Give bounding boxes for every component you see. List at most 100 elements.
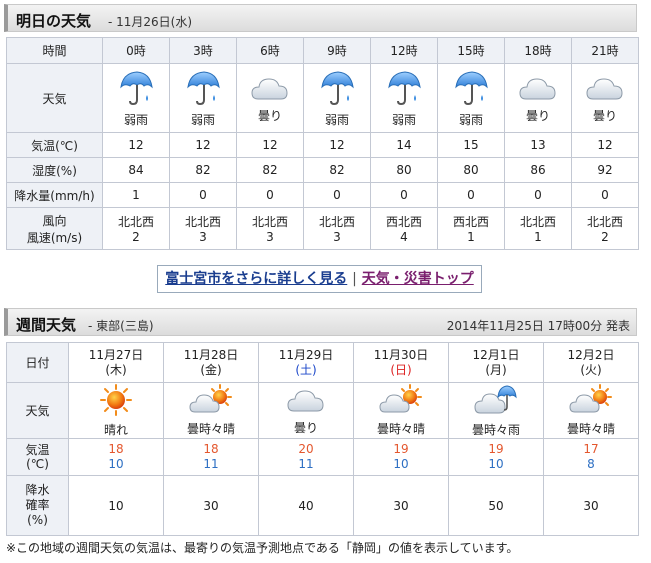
day-of-week: (金): [200, 362, 222, 377]
low-temp: 10: [488, 457, 504, 471]
row-label-weekly-temp: 気温 (℃): [6, 438, 69, 476]
wind-cell: 北北西 3: [169, 207, 237, 250]
day-date: 11月27日: [88, 347, 144, 362]
day-of-week: (木): [105, 362, 127, 377]
humidity-value: 82: [236, 157, 304, 183]
time-row: 時間 0時 3時 6時 9時 12時 15時 18時 21時: [6, 37, 639, 64]
row-label-rain-prob: 降水 確率 (%): [6, 475, 69, 536]
wind-direction: 北北西: [117, 215, 154, 229]
day-date-cell: 11月28日 (金): [163, 342, 259, 383]
humidity-value: 86: [504, 157, 572, 183]
condition-text: 曇時々雨: [471, 423, 520, 437]
wind-cell: 北北西 3: [236, 207, 304, 250]
cloud-icon: [259, 385, 353, 418]
umbrella-rain-icon: [170, 69, 236, 110]
umbrella-rain-icon: [371, 69, 437, 110]
day-weather-cell: 曇時々晴: [543, 382, 639, 439]
condition-text: 曇り: [592, 108, 617, 123]
rain-prob-value: 30: [353, 475, 449, 536]
day-weather-cell: 曇時々雨: [448, 382, 544, 439]
hour-label: 18時: [504, 37, 572, 64]
wind-direction: 北北西: [318, 215, 355, 229]
rain-prob-value: 40: [258, 475, 354, 536]
wind-direction: 北北西: [184, 215, 221, 229]
temp-value: 12: [102, 132, 170, 158]
high-temp: 19: [393, 442, 409, 456]
wind-speed: 3: [333, 230, 341, 244]
wind-direction: 西北西: [385, 215, 422, 229]
rain-prob-value: 50: [448, 475, 544, 536]
day-date-cell: 11月27日 (木): [68, 342, 164, 383]
umbrella-rain-icon: [438, 69, 504, 110]
weekly-header: 週間天気 - 東部(三島) 2014年11月25日 17時00分 発表: [4, 308, 637, 336]
day-date: 12月2日: [567, 347, 615, 362]
detail-link[interactable]: 富士宮市をさらに詳しく見る: [165, 271, 347, 287]
row-label-humidity: 湿度(%): [6, 157, 103, 183]
hourly-forecast-table: 時間 0時 3時 6時 9時 12時 15時 18時 21時 天気 弱雨 弱雨 曇り 弱雨 弱雨 弱雨 曇…: [6, 37, 639, 250]
day-date: 12月1日: [472, 347, 520, 362]
hour-weather-cell: 弱雨: [370, 63, 438, 133]
link-separator: |: [352, 271, 357, 287]
precip-value: 0: [236, 182, 304, 208]
condition-text: 曇り: [525, 108, 550, 123]
wind-speed: 2: [601, 230, 609, 244]
day-date: 11月30日: [373, 347, 429, 362]
wind-speed: 3: [199, 230, 207, 244]
wind-row: 風向 風速(m/s) 北北西 2 北北西 3 北北西 3 北北西 3 西北西 4 西北西 1 北北西 1 北…: [6, 207, 639, 250]
weekly-issued: 2014年11月25日 17時00分 発表: [446, 319, 630, 333]
condition-text: 曇り: [257, 108, 282, 123]
cloud-rain-icon: [449, 383, 543, 420]
rain-prob-value: 10: [68, 475, 164, 536]
precip-value: 0: [571, 182, 639, 208]
condition-text: 曇時々晴: [376, 422, 425, 436]
cloud-icon: [237, 73, 303, 106]
hour-label: 12時: [370, 37, 438, 64]
row-label-date: 日付: [6, 342, 69, 383]
row-label-rain-prob-text: 降水 確率 (%): [25, 483, 50, 527]
row-label-temp: 気温(℃): [6, 132, 103, 158]
rain-prob-value: 30: [163, 475, 259, 536]
high-temp: 20: [298, 442, 314, 456]
temp-value: 13: [504, 132, 572, 158]
hour-weather-cell: 弱雨: [102, 63, 170, 133]
condition-text: 曇り: [293, 421, 318, 435]
wind-speed: 1: [534, 230, 542, 244]
weather-top-link[interactable]: 天気・災害トップ: [362, 271, 474, 287]
day-date: 11月28日: [183, 347, 239, 362]
row-label-wind-speed: 風速(m/s): [26, 230, 83, 245]
day-weather-cell: 曇時々晴: [163, 382, 259, 439]
tomorrow-header: 明日の天気 - 11月26日(水): [4, 4, 637, 32]
wind-cell: 北北西 2: [102, 207, 170, 250]
sun-icon: [69, 383, 163, 420]
high-temp: 17: [583, 442, 599, 456]
wind-cell: 北北西 2: [571, 207, 639, 250]
temp-value: 14: [370, 132, 438, 158]
day-temp-cell: 20 11: [258, 438, 354, 476]
condition-text: 晴れ: [103, 423, 128, 437]
wind-speed: 3: [266, 230, 274, 244]
temp-value: 12: [169, 132, 237, 158]
condition-text: 曇時々晴: [566, 422, 615, 436]
wind-cell: 北北西 3: [303, 207, 371, 250]
weekly-temp-row: 気温 (℃) 18 10 18 11 20 11 19 10 19 10 17 8: [6, 438, 639, 476]
wind-direction: 北北西: [519, 215, 556, 229]
wind-cell: 北北西 1: [504, 207, 572, 250]
condition-text: 弱雨: [190, 112, 215, 127]
day-of-week: (火): [580, 362, 602, 377]
hour-weather-cell: 曇り: [236, 63, 304, 133]
humidity-value: 80: [437, 157, 505, 183]
day-date-cell: 12月1日 (月): [448, 342, 544, 383]
day-weather-cell: 曇り: [258, 382, 354, 439]
humidity-value: 84: [102, 157, 170, 183]
condition-text: 弱雨: [391, 112, 416, 127]
tomorrow-title: 明日の天気: [16, 12, 92, 30]
cloud-sun-icon: [354, 384, 448, 419]
precip-value: 0: [169, 182, 237, 208]
low-temp: 11: [203, 457, 219, 471]
weekly-forecast-table: 日付 11月27日 (木) 11月28日 (金) 11月29日 (土) 11月30日 (日) 1…: [6, 342, 639, 536]
hour-weather-cell: 曇り: [571, 63, 639, 133]
row-label-precip: 降水量(mm/h): [6, 182, 103, 208]
precip-value: 1: [102, 182, 170, 208]
weather-row: 天気 弱雨 弱雨 曇り 弱雨 弱雨 弱雨 曇り 曇り: [6, 63, 639, 133]
day-weather-cell: 晴れ: [68, 382, 164, 439]
